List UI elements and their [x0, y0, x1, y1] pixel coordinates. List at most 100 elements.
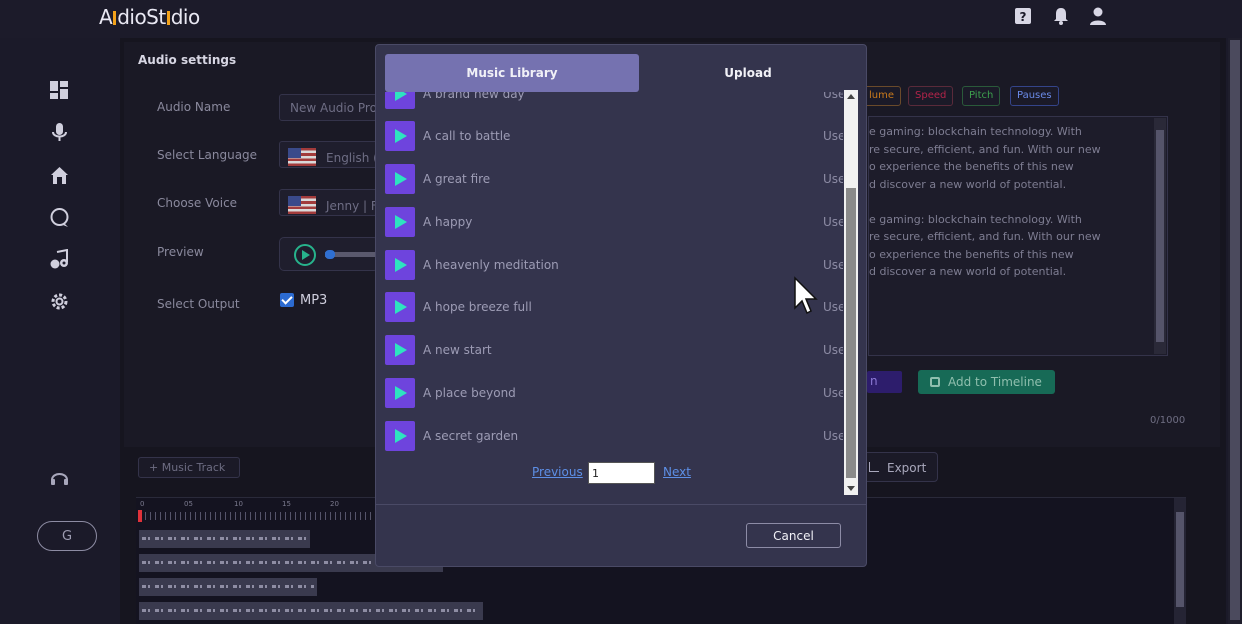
preview-progress-bar[interactable]	[325, 250, 380, 259]
track-name: A call to battle	[423, 129, 511, 143]
script-line: o experience the benefits of this new	[869, 247, 1074, 261]
track-name: A hope breeze full	[423, 300, 532, 314]
script-line: o experience the benefits of this new	[869, 160, 1074, 173]
chip-volume[interactable]: lume	[862, 86, 902, 106]
help-icon[interactable]: ?	[1013, 6, 1033, 26]
use-button[interactable]: Use	[823, 172, 843, 186]
use-button[interactable]: Use	[823, 258, 843, 272]
track-name: A secret garden	[423, 429, 519, 443]
headset-icon[interactable]	[49, 468, 70, 489]
play-icon[interactable]	[385, 92, 415, 109]
page-scrollbar[interactable]	[1228, 38, 1242, 624]
chip-pitch[interactable]: Pitch	[962, 86, 1001, 106]
script-line: re secure, efficient, and fun. With our …	[869, 142, 1101, 156]
mp3-checkbox[interactable]	[280, 293, 294, 307]
export-label: Export	[887, 461, 927, 475]
home-icon[interactable]	[49, 165, 70, 186]
output-label: Select Output	[157, 297, 240, 311]
play-icon[interactable]	[385, 250, 415, 280]
generate-button[interactable]: n	[867, 371, 902, 393]
timeline-clip[interactable]	[139, 602, 483, 620]
audio-name-field[interactable]: New Audio Pro	[279, 94, 379, 121]
script-line: e gaming: blockchain technology. With	[869, 125, 1082, 138]
script-line: d discover a new world of potential.	[869, 265, 1067, 278]
play-icon[interactable]	[385, 378, 415, 408]
list-item: A heavenly meditation Use	[385, 250, 843, 280]
scroll-up-icon[interactable]	[847, 94, 855, 99]
page-scroll-thumb[interactable]	[1230, 40, 1240, 620]
tab-music-library[interactable]: Music Library	[385, 54, 639, 92]
music-settings-icon[interactable]	[49, 248, 70, 270]
cancel-button[interactable]: Cancel	[746, 523, 841, 548]
export-icon	[869, 462, 879, 472]
track-list-scrollbar[interactable]	[844, 90, 858, 495]
gear-icon[interactable]	[49, 291, 70, 312]
app-logo[interactable]: AdioSt dio	[99, 5, 200, 29]
play-icon[interactable]	[385, 421, 415, 451]
ruler-label: 15	[282, 500, 291, 508]
us-flag-icon	[288, 196, 316, 214]
play-icon[interactable]	[385, 121, 415, 151]
mouse-cursor-icon	[794, 276, 818, 315]
audio-settings-title: Audio settings	[138, 53, 237, 67]
add-music-track-button[interactable]: + Music Track	[138, 457, 240, 478]
bell-icon[interactable]	[1051, 6, 1071, 26]
ruler-label: 05	[184, 500, 193, 508]
language-value: English (	[326, 151, 378, 165]
chip-speed[interactable]: Speed	[908, 86, 954, 106]
play-icon[interactable]	[385, 292, 415, 322]
sidebar: G	[0, 38, 120, 624]
export-button[interactable]: Export	[862, 452, 938, 482]
play-icon[interactable]	[385, 164, 415, 194]
dashboard-icon[interactable]	[49, 80, 70, 101]
timeline-clip[interactable]	[139, 578, 317, 596]
tab-upload[interactable]: Upload	[639, 54, 857, 92]
timeline-scroll-thumb[interactable]	[1176, 512, 1184, 607]
chat-icon[interactable]	[49, 207, 70, 228]
use-button[interactable]: Use	[823, 215, 843, 229]
play-icon[interactable]	[385, 207, 415, 237]
use-button[interactable]: Use	[823, 429, 843, 443]
ruler-label: 0	[140, 500, 145, 508]
user-icon[interactable]	[1088, 6, 1108, 26]
preview-play-icon[interactable]	[294, 244, 316, 266]
language-select[interactable]: English (	[279, 141, 379, 168]
scroll-down-icon[interactable]	[847, 486, 855, 491]
list-item: A great fire Use	[385, 164, 843, 194]
list-item: A happy Use	[385, 207, 843, 237]
ruler-ticks	[140, 512, 380, 520]
timeline-clip[interactable]	[139, 530, 310, 548]
use-button[interactable]: Use	[823, 300, 843, 314]
script-scrollbar[interactable]	[1154, 118, 1166, 354]
use-button[interactable]: Use	[823, 386, 843, 400]
previous-page-link[interactable]: Previous	[532, 465, 583, 479]
use-button[interactable]: Use	[823, 129, 843, 143]
list-item: A secret garden Use	[385, 421, 843, 451]
language-label: Select Language	[157, 148, 258, 162]
list-item: A new start Use	[385, 335, 843, 365]
list-item: A hope breeze full Use	[385, 292, 843, 322]
track-name: A place beyond	[423, 386, 516, 400]
ruler-label: 10	[234, 500, 243, 508]
playhead[interactable]	[138, 510, 142, 522]
microphone-icon[interactable]	[49, 122, 70, 143]
timeline-scrollbar[interactable]	[1174, 498, 1186, 624]
script-textarea[interactable]: e gaming: blockchain technology. With re…	[868, 116, 1168, 356]
add-to-timeline-button[interactable]: Add to Timeline	[918, 370, 1055, 394]
svg-text:?: ?	[1020, 10, 1027, 24]
audio-name-label: Audio Name	[157, 100, 231, 114]
track-name: A heavenly meditation	[423, 258, 559, 272]
play-icon[interactable]	[385, 335, 415, 365]
use-button[interactable]: Use	[823, 92, 843, 101]
chip-pauses[interactable]: Pauses	[1010, 86, 1059, 106]
voice-select[interactable]: Jenny | F	[279, 189, 379, 216]
script-line: d discover a new world of potential.	[869, 177, 1067, 191]
use-button[interactable]: Use	[823, 343, 843, 357]
next-page-link[interactable]: Next	[663, 465, 691, 479]
page-number-input[interactable]	[588, 462, 655, 484]
track-name: A great fire	[423, 172, 491, 186]
account-initial-button[interactable]: G	[37, 521, 97, 551]
track-list-scroll-thumb[interactable]	[846, 188, 856, 478]
script-scroll-thumb[interactable]	[1156, 130, 1164, 342]
add-to-timeline-label: Add to Timeline	[948, 375, 1042, 389]
